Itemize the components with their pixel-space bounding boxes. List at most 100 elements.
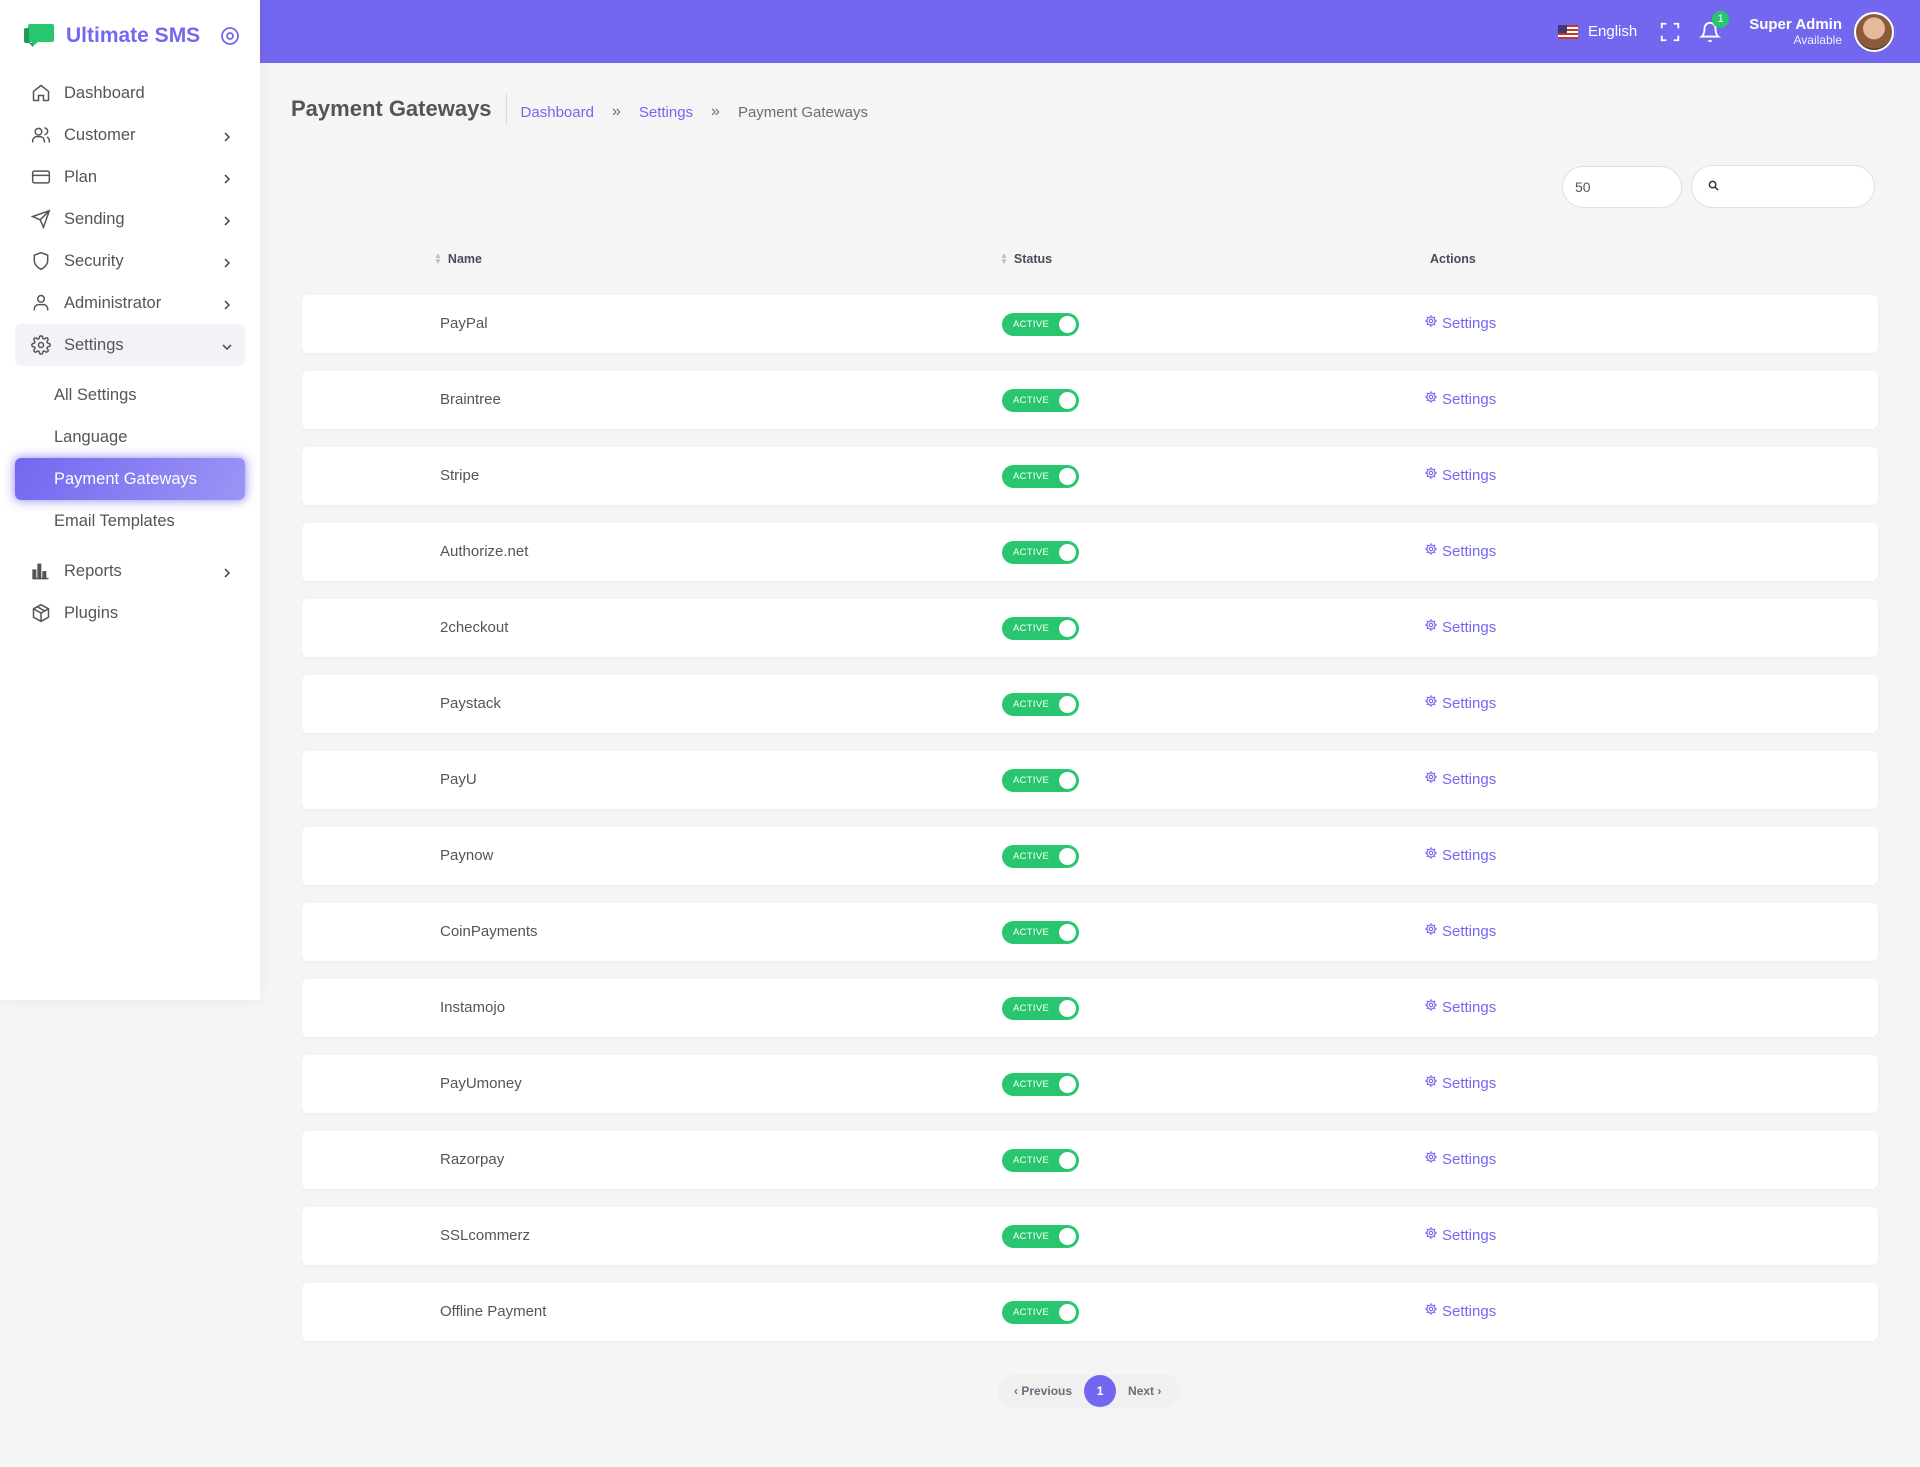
status-toggle[interactable]: ACTIVE bbox=[1002, 693, 1079, 716]
settings-link[interactable]: Settings bbox=[1424, 1302, 1496, 1320]
chevron-right-icon bbox=[221, 255, 233, 268]
settings-link[interactable]: Settings bbox=[1424, 1226, 1496, 1244]
column-header-name[interactable]: ▲ ▼ Name bbox=[434, 252, 482, 267]
settings-link[interactable]: Settings bbox=[1424, 846, 1496, 864]
sidebar-subitem-all-settings[interactable]: All Settings bbox=[15, 374, 245, 416]
settings-link[interactable]: Settings bbox=[1424, 542, 1496, 560]
settings-link[interactable]: Settings bbox=[1424, 314, 1496, 332]
toggle-knob bbox=[1059, 544, 1076, 561]
toggle-knob bbox=[1059, 772, 1076, 789]
settings-link[interactable]: Settings bbox=[1424, 466, 1496, 484]
status-toggle[interactable]: ACTIVE bbox=[1002, 769, 1079, 792]
settings-link-label: Settings bbox=[1442, 1074, 1497, 1092]
status-toggle[interactable]: ACTIVE bbox=[1002, 617, 1079, 640]
sidebar-item-reports[interactable]: Reports bbox=[15, 550, 245, 592]
search-input[interactable] bbox=[1727, 179, 1867, 194]
sidebar-item-dashboard[interactable]: Dashboard bbox=[15, 72, 245, 114]
toggle-knob bbox=[1059, 696, 1076, 713]
language-selector[interactable]: English bbox=[1558, 23, 1637, 40]
sidebar-item-plan[interactable]: Plan bbox=[15, 156, 245, 198]
pagination-previous[interactable]: ‹ Previous bbox=[1014, 1384, 1072, 1398]
breadcrumb-dashboard[interactable]: Dashboard bbox=[521, 104, 594, 121]
settings-link[interactable]: Settings bbox=[1424, 922, 1496, 940]
sidebar-subitem-payment-gateways[interactable]: Payment Gateways bbox=[15, 458, 245, 500]
user-menu[interactable]: Super Admin Available bbox=[1749, 16, 1842, 47]
status-toggle[interactable]: ACTIVE bbox=[1002, 1301, 1079, 1324]
sidebar-item-label: Plugins bbox=[64, 603, 119, 622]
column-header-status[interactable]: ▲ ▼ Status bbox=[1000, 252, 1052, 267]
settings-link[interactable]: Settings bbox=[1424, 1074, 1496, 1092]
status-toggle[interactable]: ACTIVE bbox=[1002, 465, 1079, 488]
status-toggle[interactable]: ACTIVE bbox=[1002, 921, 1079, 944]
gear-icon bbox=[1424, 390, 1442, 408]
sidebar-item-security[interactable]: Security bbox=[15, 240, 245, 282]
notification-bell-icon[interactable]: 1 bbox=[1698, 10, 1730, 43]
status-label: ACTIVE bbox=[1013, 319, 1050, 330]
pagination-next[interactable]: Next › bbox=[1128, 1384, 1161, 1398]
gear-icon bbox=[1424, 998, 1442, 1016]
status-label: ACTIVE bbox=[1013, 775, 1050, 786]
table-row: Authorize.net ACTIVE Settings bbox=[302, 523, 1878, 581]
settings-link[interactable]: Settings bbox=[1424, 1150, 1496, 1168]
chevron-right-icon bbox=[221, 213, 233, 226]
column-header-label: Name bbox=[447, 252, 482, 266]
gateway-name: Offline Payment bbox=[440, 1303, 547, 1320]
sidebar-subitem-language[interactable]: Language bbox=[15, 416, 245, 458]
avatar[interactable] bbox=[1854, 11, 1894, 52]
sidebar-subitem-email-templates[interactable]: Email Templates bbox=[15, 500, 245, 542]
sidebar-item-plugins[interactable]: Plugins bbox=[15, 592, 245, 634]
status-toggle[interactable]: ACTIVE bbox=[1002, 1073, 1079, 1096]
sidebar-item-customer[interactable]: Customer bbox=[15, 114, 245, 156]
status-toggle[interactable]: ACTIVE bbox=[1002, 997, 1079, 1020]
sidebar-toggle-icon[interactable] bbox=[220, 26, 240, 46]
sidebar-item-settings[interactable]: Settings bbox=[15, 324, 245, 366]
table-row: Stripe ACTIVE Settings bbox=[302, 447, 1878, 505]
status-toggle[interactable]: ACTIVE bbox=[1002, 845, 1079, 868]
settings-link[interactable]: Settings bbox=[1424, 390, 1496, 408]
gateway-name: Braintree bbox=[440, 391, 501, 408]
sidebar-item-sending[interactable]: Sending bbox=[15, 198, 245, 240]
status-toggle[interactable]: ACTIVE bbox=[1002, 541, 1079, 564]
pagination: ‹ Previous 1 Next › bbox=[998, 1374, 1180, 1408]
sidebar-item-administrator[interactable]: Administrator bbox=[15, 282, 245, 324]
user-status: Available bbox=[1793, 33, 1842, 47]
status-toggle[interactable]: ACTIVE bbox=[1002, 389, 1079, 412]
table-row: CoinPayments ACTIVE Settings bbox=[302, 903, 1878, 961]
search-box[interactable] bbox=[1691, 165, 1875, 208]
status-toggle[interactable]: ACTIVE bbox=[1002, 313, 1079, 336]
table-row: Paynow ACTIVE Settings bbox=[302, 827, 1878, 885]
gateway-name: PayU bbox=[440, 771, 477, 788]
language-label: English bbox=[1588, 23, 1638, 40]
shield-icon bbox=[30, 250, 52, 272]
settings-link[interactable]: Settings bbox=[1424, 998, 1496, 1016]
sidebar: Ultimate SMS Dashboard Customer Plan Sen… bbox=[0, 0, 260, 1000]
breadcrumb-settings[interactable]: Settings bbox=[639, 104, 693, 121]
gear-icon bbox=[1424, 1074, 1442, 1092]
status-label: ACTIVE bbox=[1013, 1307, 1050, 1318]
status-toggle[interactable]: ACTIVE bbox=[1002, 1225, 1079, 1248]
table-row: SSLcommerz ACTIVE Settings bbox=[302, 1207, 1878, 1265]
settings-link-label: Settings bbox=[1442, 998, 1497, 1016]
gateway-name: Razorpay bbox=[440, 1151, 505, 1168]
gateway-name: Stripe bbox=[440, 467, 480, 484]
pagination-page[interactable]: 1 bbox=[1084, 1375, 1117, 1407]
settings-link-label: Settings bbox=[1442, 1150, 1497, 1168]
sidebar-item-label: Settings bbox=[64, 335, 124, 354]
fullscreen-icon[interactable] bbox=[1659, 21, 1681, 43]
status-toggle[interactable]: ACTIVE bbox=[1002, 1149, 1079, 1172]
chevron-right-icon bbox=[221, 565, 233, 578]
table-row: 2checkout ACTIVE Settings bbox=[302, 599, 1878, 657]
gateway-name: CoinPayments bbox=[440, 923, 538, 940]
settings-link-label: Settings bbox=[1442, 694, 1497, 712]
settings-link[interactable]: Settings bbox=[1424, 770, 1496, 788]
settings-link-label: Settings bbox=[1442, 542, 1497, 560]
user-icon bbox=[30, 292, 52, 314]
table-row: Instamojo ACTIVE Settings bbox=[302, 979, 1878, 1037]
brand[interactable]: Ultimate SMS bbox=[0, 0, 260, 72]
settings-link[interactable]: Settings bbox=[1424, 618, 1496, 636]
users-icon bbox=[30, 124, 52, 146]
settings-link[interactable]: Settings bbox=[1424, 694, 1496, 712]
toggle-knob bbox=[1059, 1228, 1076, 1245]
send-icon bbox=[30, 208, 52, 230]
page-length-select[interactable] bbox=[1562, 166, 1682, 208]
